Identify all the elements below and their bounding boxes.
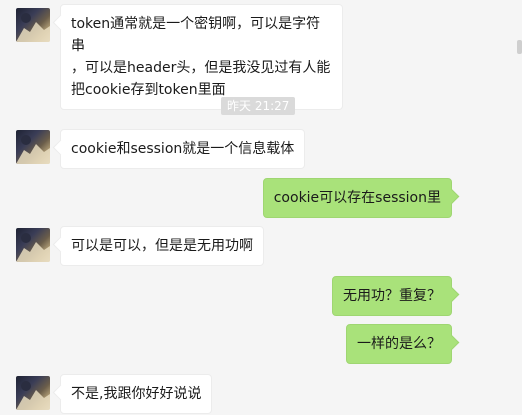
message-bubble-incoming[interactable]: 可以是可以，但是是无用功啊 <box>60 226 264 266</box>
message-bubble-incoming[interactable]: 不是,我跟你好好说说 <box>60 374 213 414</box>
scrollbar-thumb[interactable] <box>517 40 522 54</box>
avatar-image <box>16 381 50 410</box>
avatar-image <box>16 233 50 262</box>
message-bubble-incoming[interactable]: cookie和session就是一个信息载体 <box>60 129 306 169</box>
contact-avatar[interactable] <box>16 376 50 410</box>
message-bubble-incoming[interactable]: token通常就是一个密钥啊，可以是字符串 ，可以是header头，但是我没见过… <box>60 4 343 110</box>
avatar-image <box>16 13 50 42</box>
message-bubble-outgoing[interactable]: 无用功？重复？ <box>332 276 452 316</box>
avatar-image <box>16 135 50 164</box>
contact-avatar[interactable] <box>16 228 50 262</box>
contact-avatar[interactable] <box>16 130 50 164</box>
timestamp: 昨天 21:27 <box>221 97 296 115</box>
contact-avatar[interactable] <box>16 8 50 42</box>
message-bubble-outgoing[interactable]: cookie可以存在session里 <box>262 178 452 218</box>
message-bubble-outgoing[interactable]: 一样的是么？ <box>346 324 452 364</box>
